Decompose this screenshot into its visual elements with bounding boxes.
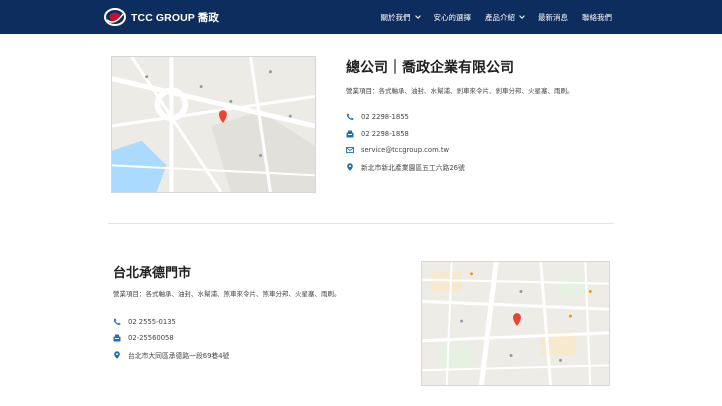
site-header: TCC GROUP 喬政 關於我們 安心的選擇 產品介紹 最新消息 聯絡我們 [0,0,722,34]
nav-item-news[interactable]: 最新消息 [538,12,568,23]
main-nav: 關於我們 安心的選擇 產品介紹 最新消息 聯絡我們 [381,0,613,34]
nav-item-label: 最新消息 [538,12,568,22]
chengde-phone[interactable]: 02 2555-0135 [128,318,176,326]
nav-item-products[interactable]: 產品介紹 [485,12,525,23]
chengde-description: 營業項目：各式軸承、油封、水幫浦、煞車來令片、煞車分邦、火星塞、雨刷。 [113,290,341,298]
hq-description: 營業項目：各式軸承、油封、水幫浦、剎車來令片、剎車分邦、火星塞、雨刷。 [346,87,574,95]
nav-item-about[interactable]: 關於我們 [380,12,421,23]
hq-fax: 02 2298-1858 [361,130,409,138]
envelope-icon [346,146,354,154]
hq-email[interactable]: service@tccgroup.com.tw [361,146,449,154]
phone-icon [113,318,121,326]
chevron-down-icon [519,12,525,19]
section-divider [108,223,614,224]
chengde-address: 台北市大同區承德路一段69巷4號 [128,352,230,360]
hq-address: 新北市新北產業園區五工六路26號 [361,164,465,172]
chengde-fax: 02-25560058 [128,334,174,342]
hq-phone-row: 02 2298-1855 [346,113,409,121]
nav-item-contact[interactable]: 聯絡我們 [582,12,612,23]
brand-logo[interactable]: TCC GROUP 喬政 [104,6,219,28]
fax-icon [113,334,121,342]
chengde-title: 台北承德門市 [113,266,192,281]
chengde-fax-row: 02-25560058 [113,334,174,342]
brand-name: TCC GROUP 喬政 [131,11,219,24]
nav-item-label: 聯絡我們 [582,12,612,22]
chengde-map[interactable] [421,261,610,386]
map-pin-icon [113,351,121,359]
hq-email-row: service@tccgroup.com.tw [346,146,449,154]
nav-item-label: 產品介紹 [485,12,515,22]
hq-fax-row: 02 2298-1858 [346,130,409,138]
chengde-address-row: 台北市大同區承德路一段69巷4號 [113,350,229,360]
chevron-down-icon [414,12,421,19]
hq-address-row: 新北市新北產業園區五工六路26號 [346,162,465,172]
hq-phone[interactable]: 02 2298-1855 [361,113,409,121]
hq-map[interactable] [111,56,316,193]
nav-item-trust[interactable]: 安心的選擇 [434,12,472,23]
phone-icon [346,113,354,121]
hq-title: 總公司｜喬政企業有限公司 [346,60,514,76]
nav-item-label: 安心的選擇 [433,12,472,22]
map-pin-icon [346,163,354,171]
chengde-phone-row: 02 2555-0135 [113,318,176,326]
logo-mark-icon [104,6,126,28]
fax-icon [346,130,354,138]
nav-item-label: 關於我們 [380,12,411,22]
